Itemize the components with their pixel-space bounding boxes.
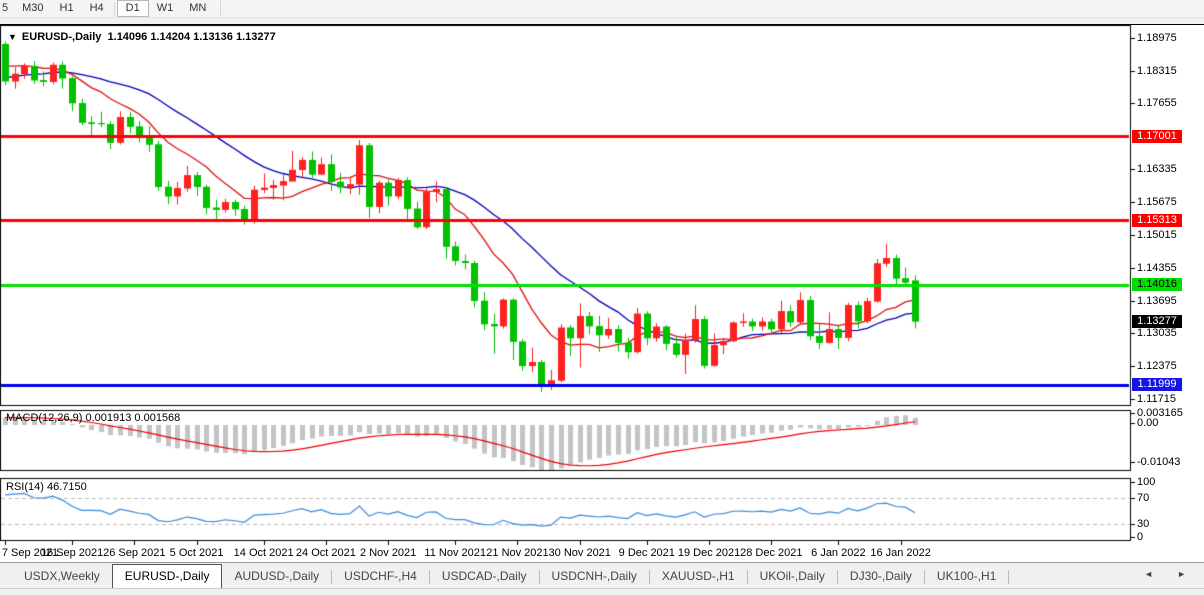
date-axis-label: 21 Nov 2021 — [486, 547, 548, 559]
price-axis-tick-label: 1.13695 — [1137, 295, 1177, 307]
chart-canvas[interactable] — [0, 25, 1204, 563]
rsi-axis-label: 0 — [1137, 531, 1143, 543]
date-axis-label: 14 Oct 2021 — [234, 547, 294, 559]
date-axis-label: 2 Nov 2021 — [360, 547, 416, 559]
price-axis-tick-label: 1.11715 — [1137, 393, 1176, 405]
rsi-axis-label: 70 — [1137, 492, 1149, 504]
symbol-tab-xauusd-h1[interactable]: XAUUSD-,H1 — [650, 566, 747, 588]
chart-title: ▼ EURUSD-,Daily 1.14096 1.14204 1.13136 1… — [8, 31, 276, 43]
symbol-tab-usdcad-daily[interactable]: USDCAD-,Daily — [430, 566, 539, 588]
timeframe-button-5[interactable]: 5 — [0, 0, 14, 17]
date-axis-label: 26 Sep 2021 — [103, 547, 165, 559]
price-axis-tick-label: 1.18975 — [1137, 32, 1177, 44]
price-axis-tick-label: 1.15015 — [1137, 229, 1177, 241]
timeframe-button-mn[interactable]: MN — [181, 0, 214, 17]
date-axis-label: 30 Nov 2021 — [549, 547, 611, 559]
price-tag-1.17001: 1.17001 — [1132, 130, 1182, 143]
symbol-tab-audusd-daily[interactable]: AUDUSD-,Daily — [222, 566, 331, 588]
date-axis-label: 9 Dec 2021 — [619, 547, 675, 559]
rsi-axis-label: 100 — [1137, 476, 1155, 488]
timeframe-button-w1[interactable]: W1 — [149, 0, 182, 17]
price-axis-tick-label: 1.13035 — [1137, 327, 1177, 339]
price-axis-tick-label: 1.14355 — [1137, 262, 1177, 274]
date-axis-label: 19 Dec 2021 — [678, 547, 740, 559]
timeframe-toolbar: 5M30H1H4 D1W1MN — [0, 0, 1204, 18]
price-axis-tick-label: 1.12375 — [1137, 360, 1177, 372]
rsi-axis-label: 30 — [1137, 518, 1149, 530]
window-bottom-edge — [0, 588, 1204, 595]
price-tag-1.13277: 1.13277 — [1132, 315, 1182, 328]
date-axis-label: 16 Jan 2022 — [870, 547, 931, 559]
rsi-indicator-label: RSI(14) 46.7150 — [6, 481, 87, 493]
price-axis-tick-label: 1.17655 — [1137, 97, 1177, 109]
date-axis-label: 11 Nov 2021 — [424, 547, 486, 559]
symbol-tab-usdchf-h4[interactable]: USDCHF-,H4 — [332, 566, 429, 588]
tab-separator — [1008, 570, 1009, 584]
macd-axis-label: 0.00 — [1137, 417, 1158, 429]
date-axis-label: 6 Jan 2022 — [811, 547, 865, 559]
date-axis-label: 28 Dec 2021 — [740, 547, 802, 559]
symbol-tab-usdcnh-daily[interactable]: USDCNH-,Daily — [540, 566, 649, 588]
symbol-tab-ukoil-daily[interactable]: UKOil-,Daily — [748, 566, 837, 588]
timeframe-button-h4[interactable]: H4 — [82, 0, 112, 17]
symbol-dropdown-icon[interactable]: ▼ — [8, 32, 17, 42]
symbol-tab-eurusd-daily[interactable]: EURUSD-,Daily — [112, 564, 223, 588]
symbol-tabbar: USDX,WeeklyEURUSD-,DailyAUDUSD-,DailyUSD… — [0, 562, 1204, 588]
timeframe-button-h1[interactable]: H1 — [52, 0, 82, 17]
macd-axis-label: -0.01043 — [1137, 456, 1180, 468]
date-axis-label: 24 Oct 2021 — [296, 547, 356, 559]
chart-symbol-period: EURUSD-,Daily — [22, 31, 101, 43]
price-axis-tick-label: 1.16335 — [1137, 163, 1177, 175]
price-tag-1.15313: 1.15313 — [1132, 214, 1182, 227]
price-tag-1.11999: 1.11999 — [1132, 378, 1182, 391]
symbol-tab-uk100-h1[interactable]: UK100-,H1 — [925, 566, 1008, 588]
macd-indicator-label: MACD(12,26,9) 0.001913 0.001568 — [6, 412, 180, 424]
symbol-tab-usdx-weekly[interactable]: USDX,Weekly — [12, 566, 112, 588]
chart-ohlc-values: 1.14096 1.14204 1.13136 1.13277 — [108, 31, 276, 43]
toolbar-separator — [114, 2, 115, 16]
date-axis-label: 16 Sep 2021 — [41, 547, 103, 559]
date-axis-label: 5 Oct 2021 — [170, 547, 224, 559]
toolbar-separator — [220, 1, 221, 16]
price-axis-tick-label: 1.15675 — [1137, 196, 1177, 208]
price-tag-1.14016: 1.14016 — [1132, 278, 1182, 291]
tab-scroll-right-icon[interactable]: ► — [1177, 569, 1196, 579]
timeframe-button-d1[interactable]: D1 — [117, 0, 149, 17]
timeframe-button-m30[interactable]: M30 — [14, 0, 51, 17]
price-axis-tick-label: 1.18315 — [1137, 65, 1177, 77]
symbol-tab-dj30-daily[interactable]: DJ30-,Daily — [838, 566, 924, 588]
chart-window: ▼ EURUSD-,Daily 1.14096 1.14204 1.13136 1… — [0, 24, 1204, 562]
trading-app-window: 5M30H1H4 D1W1MN ▼ EURUSD-,Daily 1.14096 1.… — [0, 0, 1204, 595]
tab-scroll-left-icon[interactable]: ◄ — [1144, 569, 1163, 579]
tab-scroll-controls: ◄► — [1144, 569, 1196, 579]
